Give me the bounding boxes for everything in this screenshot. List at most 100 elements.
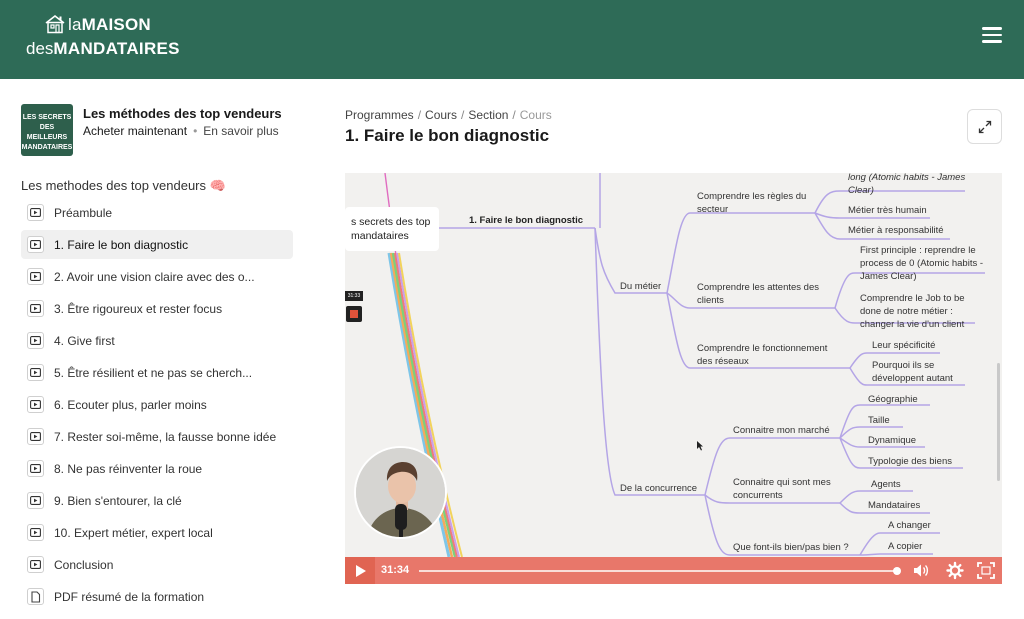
mm-dynamique: Dynamique — [868, 435, 917, 446]
mm-long: long (Atomic habits - James Clear) — [848, 173, 966, 196]
lesson-label: 10. Expert métier, expert local — [54, 525, 213, 540]
lesson-item[interactable]: 6. Ecouter plus, parler moins — [21, 390, 293, 419]
video-icon — [27, 524, 44, 541]
lesson-label: 5. Être résilient et ne pas se cherch... — [54, 365, 253, 380]
lesson-item[interactable]: Préambule — [21, 198, 293, 227]
mm-mandataires: Mandataires — [868, 500, 921, 511]
video-icon — [27, 236, 44, 253]
course-card: LES SECRETS DES MEILLEURS MANDATAIRES Le… — [21, 104, 311, 156]
mindmap-scrollbar[interactable] — [997, 363, 1000, 481]
separator-dot: • — [193, 124, 198, 138]
section-title: Les methodes des top vendeurs 🧠 — [21, 178, 226, 193]
breadcrumb-programmes[interactable]: Programmes — [345, 108, 414, 122]
top-bar: laMAISON desMANDATAIRES — [0, 0, 1024, 79]
breadcrumb-current: Cours — [519, 108, 552, 122]
mm-changer: A changer — [888, 520, 931, 531]
lesson-item[interactable]: 4. Give first — [21, 326, 293, 355]
lesson-item[interactable]: 9. Bien s'entourer, la clé — [21, 486, 293, 515]
breadcrumb-cours[interactable]: Cours — [425, 108, 457, 122]
breadcrumb: Programmes / Cours / Section / Cours — [345, 108, 552, 122]
logo-text-des: des — [26, 39, 54, 58]
current-time: 31:34 — [381, 564, 410, 576]
mm-geographie: Géographie — [868, 394, 918, 405]
mm-concurrents: Connaitre qui sont mes concurrents — [733, 477, 831, 501]
video-icon — [27, 332, 44, 349]
mm-job: Comprendre le Job to be done de notre mé… — [860, 293, 965, 330]
video-controls: 31:34 — [345, 557, 1002, 584]
mm-regles: Comprendre les règles du secteur — [697, 191, 807, 215]
mm-typologie: Typologie des biens — [868, 456, 952, 467]
settings-gear-icon[interactable] — [945, 561, 965, 580]
lesson-label: 3. Être rigoureux et rester focus — [54, 301, 223, 316]
video-icon — [27, 460, 44, 477]
video-icon — [27, 204, 44, 221]
logo-text-mandataires: MANDATAIRES — [53, 39, 180, 58]
volume-icon[interactable] — [911, 561, 931, 580]
video-icon — [27, 396, 44, 413]
lesson-item[interactable]: 10. Expert métier, expert local — [21, 518, 293, 547]
lesson-item[interactable]: 1. Faire le bon diagnostic — [21, 230, 293, 259]
lesson-label: 1. Faire le bon diagnostic — [54, 237, 189, 252]
video-player[interactable]: s secrets des top mandataires 1. Faire l… — [345, 173, 1002, 584]
lesson-label: Préambule — [54, 205, 113, 220]
video-icon — [27, 300, 44, 317]
logo-text-la: la — [68, 15, 82, 34]
mm-font-ils: Que font-ils bien/pas bien ? — [733, 542, 849, 553]
mm-attentes: Comprendre les attentes des clients — [697, 282, 819, 306]
mm-specificite: Leur spécificité — [872, 340, 936, 351]
lesson-item[interactable]: 2. Avoir une vision claire avec des o... — [21, 262, 293, 291]
progress-bar[interactable] — [419, 566, 901, 575]
lesson-item[interactable]: 5. Être résilient et ne pas se cherch... — [21, 358, 293, 387]
lesson-item[interactable]: PDF résumé de la formation — [21, 582, 293, 611]
mm-agents: Agents — [871, 479, 901, 490]
lesson-item[interactable]: 8. Ne pas réinventer la roue — [21, 454, 293, 483]
video-icon — [27, 364, 44, 381]
person-avatar — [356, 448, 445, 537]
video-icon — [27, 268, 44, 285]
lesson-item[interactable]: Conclusion — [21, 550, 293, 579]
mm-du-metier: Du métier — [620, 281, 662, 292]
video-icon — [27, 492, 44, 509]
lesson-label: 2. Avoir une vision claire avec des o... — [54, 269, 255, 284]
stop-recording-icon[interactable] — [346, 306, 362, 322]
hamburger-menu-icon[interactable] — [982, 27, 1002, 45]
lesson-label: 4. Give first — [54, 333, 115, 348]
page-title: 1. Faire le bon diagnostic — [345, 126, 550, 145]
root-node-label: s secrets des top mandataires — [351, 216, 431, 242]
mm-responsabilite: Métier à responsabilité — [848, 225, 944, 236]
lesson-label: 6. Ecouter plus, parler moins — [54, 397, 207, 412]
webcam-overlay — [354, 446, 447, 539]
mindmap-root-node: s secrets des top mandataires — [345, 207, 439, 251]
progress-knob[interactable] — [893, 566, 901, 575]
mm-concurrence: De la concurrence — [620, 483, 698, 494]
mini-timer: 31:33 — [345, 291, 363, 301]
mm-marche: Connaitre mon marché — [733, 425, 830, 436]
lesson-label: Conclusion — [54, 557, 114, 572]
video-icon — [27, 428, 44, 445]
lesson-label: 8. Ne pas réinventer la roue — [54, 461, 203, 476]
breadcrumb-section[interactable]: Section — [468, 108, 508, 122]
course-title: Les méthodes des top vendeurs — [83, 106, 282, 121]
lesson-list: Préambule 1. Faire le bon diagnostic 2. Av… — [21, 198, 293, 614]
mm-first-principle: First principle : reprendre le process d… — [860, 245, 984, 282]
expand-icon — [978, 120, 991, 133]
lesson-label: 9. Bien s'entourer, la clé — [54, 493, 182, 508]
video-icon — [27, 556, 44, 573]
fullscreen-icon[interactable] — [976, 561, 996, 580]
buy-now-link[interactable]: Acheter maintenant — [83, 124, 187, 138]
mm-humain: Métier très humain — [848, 205, 927, 216]
logo[interactable]: laMAISON desMANDATAIRES — [26, 14, 180, 58]
mindmap-main-node: 1. Faire le bon diagnostic — [469, 215, 584, 226]
course-links: Acheter maintenant • En savoir plus — [83, 124, 279, 138]
mm-taille: Taille — [868, 415, 890, 426]
logo-text-maison: MAISON — [81, 15, 151, 34]
lesson-label: PDF résumé de la formation — [54, 589, 205, 604]
lesson-item[interactable]: 7. Rester soi-même, la fausse bonne idée — [21, 422, 293, 451]
mm-pourquoi: Pourquoi ils se développent autant — [872, 360, 953, 384]
course-thumbnail[interactable]: LES SECRETS DES MEILLEURS MANDATAIRES — [21, 104, 73, 156]
expand-button[interactable] — [967, 109, 1002, 144]
mm-copier: A copier — [888, 541, 923, 552]
learn-more-link[interactable]: En savoir plus — [203, 124, 278, 138]
lesson-item[interactable]: 3. Être rigoureux et rester focus — [21, 294, 293, 323]
play-button[interactable] — [345, 557, 375, 584]
